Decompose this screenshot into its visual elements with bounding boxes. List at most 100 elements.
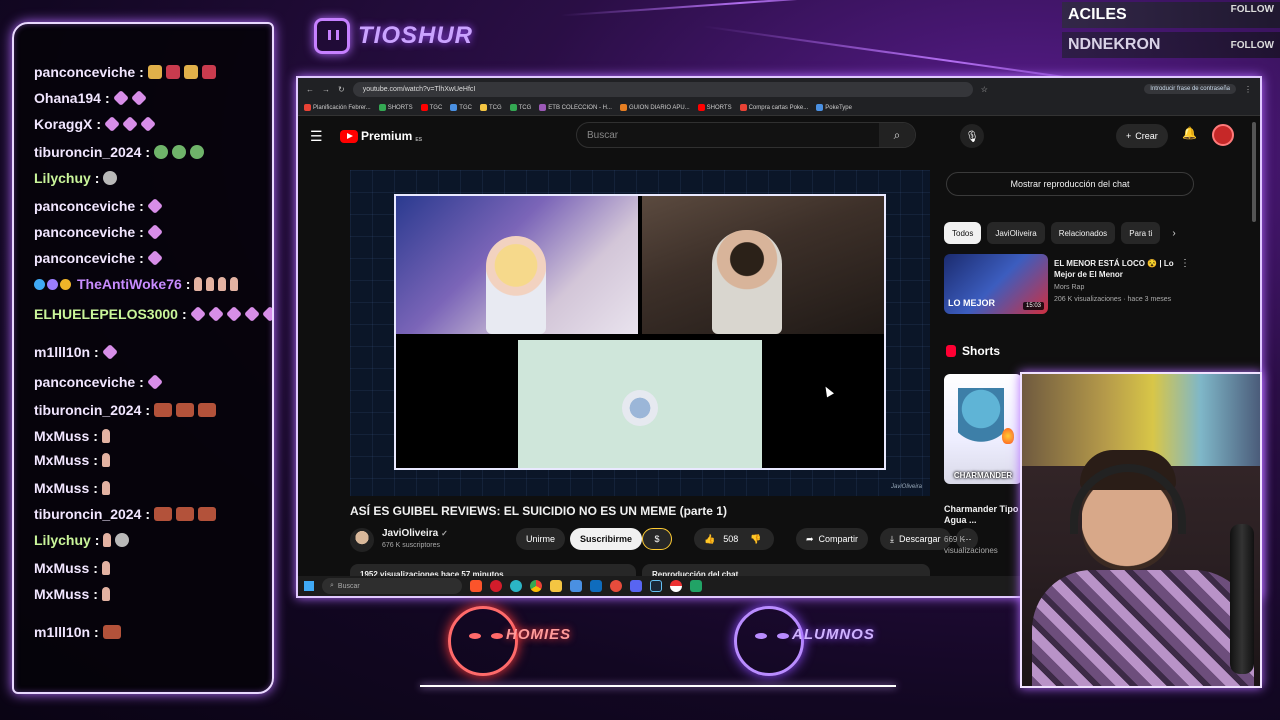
create-button[interactable]: + Crear (1116, 124, 1168, 148)
short-thumbnail[interactable]: CHARMANDER (944, 374, 1022, 484)
recommended-channel[interactable]: Mors Rap (1054, 284, 1084, 291)
chat-username[interactable]: panconceviche (34, 198, 135, 214)
bookmark-item[interactable]: Compra cartas Poke... (739, 104, 808, 111)
recommended-video[interactable]: LO MEJOR 15:03 EL MENOR ESTÁ LOCO 😵 | Lo… (944, 254, 1194, 316)
file-explorer-icon[interactable] (550, 580, 562, 592)
forward-icon[interactable]: → (322, 85, 330, 94)
windows-start-icon[interactable] (304, 581, 314, 591)
password-prompt[interactable]: Introducir frase de contraseña (1144, 84, 1236, 94)
channel-name[interactable]: JaviOliveira ✓ (382, 528, 448, 539)
microphone-icon[interactable]: 🎙 (960, 124, 984, 148)
chip-channel[interactable]: JaviOliveira (987, 222, 1045, 244)
thumbs-down-icon[interactable]: 👎 (750, 534, 761, 545)
discord-icon[interactable] (630, 580, 642, 592)
subscribe-button[interactable]: Suscribirme (570, 528, 643, 550)
bookmark-item[interactable]: TCG (509, 104, 531, 111)
youtube-premium-logo[interactable]: Premium ES (340, 129, 422, 143)
chat-username[interactable]: panconceviche (34, 224, 135, 240)
emote-icon (101, 429, 110, 443)
chat-username[interactable]: tiburoncin_2024 (34, 506, 141, 522)
recommended-thumbnail[interactable]: LO MEJOR 15:03 (944, 254, 1048, 314)
pokeball-icon[interactable] (670, 580, 682, 592)
back-icon[interactable]: ← (306, 85, 314, 94)
store-icon[interactable] (570, 580, 582, 592)
search-icon[interactable]: ⌕ (879, 123, 915, 147)
browser-menu-icon[interactable]: ⋮ (1244, 85, 1252, 94)
bookmark-item[interactable]: GUION DIARIO APU... (619, 104, 690, 111)
chat-username[interactable]: m1lll10n (34, 344, 90, 360)
short-label: CHARMANDER (953, 471, 1013, 480)
page-scrollbar[interactable] (1252, 122, 1256, 222)
share-button[interactable]: ➦ Compartir (796, 528, 869, 550)
super-thanks-button[interactable]: $ (642, 528, 672, 550)
chat-username[interactable]: MxMuss (34, 452, 89, 468)
chat-separator: : (94, 624, 99, 640)
download-label: Descargar (898, 534, 941, 544)
chat-username[interactable]: tiburoncin_2024 (34, 402, 141, 418)
join-button[interactable]: Unirme (516, 528, 566, 550)
chip-for-you[interactable]: Para ti (1121, 222, 1161, 244)
chrome-icon[interactable] (530, 580, 542, 592)
chat-separator: : (145, 506, 151, 522)
chat-username[interactable]: ELHUELEPELOS3000 (34, 306, 178, 322)
chat-username[interactable]: MxMuss (34, 480, 89, 496)
more-options-icon[interactable]: ⋮ (1180, 258, 1190, 269)
hamburger-menu-icon[interactable]: ☰ (310, 128, 326, 145)
account-avatar[interactable] (1212, 124, 1234, 146)
chat-username[interactable]: MxMuss (34, 586, 89, 602)
brave-icon[interactable] (470, 580, 482, 592)
opera-icon[interactable] (490, 580, 502, 592)
download-button[interactable]: ⤓ Descargar (880, 528, 951, 550)
chat-separator: : (139, 374, 144, 390)
chevron-right-icon[interactable]: › (1172, 228, 1175, 239)
bookmark-item[interactable]: TGC (420, 104, 443, 111)
chat-message: panconceviche: (34, 224, 163, 240)
recommended-title[interactable]: EL MENOR ESTÁ LOCO 😵 | Lo Mejor de El Me… (1054, 258, 1184, 280)
notifications-bell-icon[interactable]: 🔔 (1182, 126, 1197, 140)
bookmark-item[interactable]: SHORTS (697, 104, 732, 111)
chat-username[interactable]: tiburoncin_2024 (34, 144, 141, 160)
taskbar-search[interactable]: ⌕ Buscar (322, 578, 462, 594)
bookmark-item[interactable]: TCG (479, 104, 502, 111)
bookmark-item[interactable]: PokeType (816, 104, 852, 111)
chat-username[interactable]: panconceviche (34, 250, 135, 266)
chat-username[interactable]: Ohana194 (34, 90, 101, 106)
star-icon[interactable]: ☆ (981, 85, 988, 94)
outlook-icon[interactable] (590, 580, 602, 592)
chat-username[interactable]: MxMuss (34, 560, 89, 576)
webcam-right (642, 196, 884, 334)
chat-username[interactable]: Lilychuy (34, 532, 91, 548)
chip-all[interactable]: Todos (944, 222, 982, 244)
chat-username[interactable]: KoraggX (34, 116, 92, 132)
bookmark-label: TGC (429, 104, 443, 111)
microphone-arm (1230, 524, 1254, 674)
steam-icon[interactable] (650, 580, 662, 592)
app-icon[interactable] (610, 580, 622, 592)
video-player[interactable]: JaviOliveira (350, 170, 930, 496)
chat-username[interactable]: panconceviche (34, 374, 135, 390)
bookmark-item[interactable]: SHORTS (378, 104, 413, 111)
edge-icon[interactable] (510, 580, 522, 592)
bookmark-item[interactable]: Planificación Febrer... (304, 104, 371, 111)
emote-icon (103, 533, 112, 547)
spreadsheet-icon[interactable] (690, 580, 702, 592)
share-icon: ➦ (806, 533, 814, 544)
chat-username[interactable]: panconceviche (34, 64, 135, 80)
emote-icon (172, 145, 187, 159)
emote-icon (201, 65, 216, 79)
address-bar[interactable]: youtube.com/watch?v=TlhXwUeHfcI (352, 81, 973, 97)
search-input[interactable]: Buscar ⌕ (576, 122, 916, 148)
show-chat-replay-button[interactable]: Mostrar reproducción del chat (946, 172, 1194, 196)
short-title[interactable]: Charmander Tipo Agua ... (944, 504, 1020, 526)
chat-username[interactable]: TheAntiWoke76 (77, 276, 182, 292)
video-duration: 15:03 (1022, 302, 1044, 310)
chat-username[interactable]: Lilychuy (34, 170, 91, 186)
chat-username[interactable]: MxMuss (34, 428, 89, 444)
chat-username[interactable]: m1lll10n (34, 624, 90, 640)
like-button[interactable]: 👍 508 👎 (694, 528, 774, 550)
reload-icon[interactable]: ↻ (338, 85, 345, 94)
chip-related[interactable]: Relacionados (1050, 222, 1116, 244)
bookmark-item[interactable]: ETB COLECCION - H... (539, 104, 612, 111)
channel-avatar[interactable] (350, 528, 374, 552)
bookmark-item[interactable]: TGC (450, 104, 472, 111)
